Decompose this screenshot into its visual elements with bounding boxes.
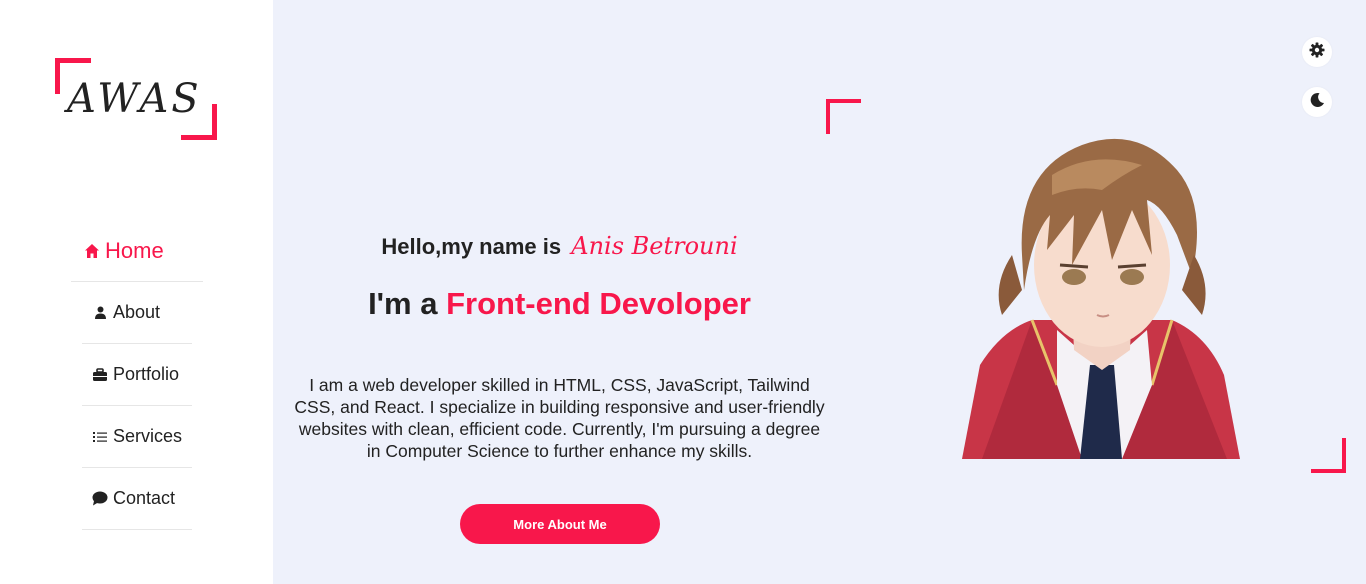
- chat-bubble-icon: [91, 490, 109, 508]
- image-frame-corner-top-left: [826, 99, 861, 134]
- more-about-me-button[interactable]: More About Me: [460, 504, 660, 544]
- nav-item-contact[interactable]: Contact: [82, 468, 192, 530]
- author-name: Anis Betrouni: [571, 232, 738, 260]
- list-icon: [91, 428, 109, 446]
- nav-label-about: About: [113, 302, 161, 322]
- greeting: Hello,my name is Anis Betrouni: [273, 232, 846, 260]
- moon-icon: [1309, 92, 1325, 113]
- theme-toggle-button[interactable]: [1302, 87, 1332, 117]
- image-frame-corner-bottom-right: [1311, 438, 1346, 473]
- nav-label-home: Home: [105, 237, 164, 263]
- briefcase-icon: [91, 366, 109, 384]
- greeting-text: Hello,my name is: [381, 234, 562, 259]
- nav-label-services: Services: [113, 426, 183, 446]
- main-content: Hello,my name is Anis Betrouni I'm a Fro…: [273, 0, 1366, 584]
- nav-label-portfolio: Portfolio: [113, 364, 180, 384]
- role-prefix: I'm a: [368, 286, 438, 321]
- home-icon: [83, 242, 101, 260]
- nav-label-contact: Contact: [113, 488, 176, 508]
- nav-item-portfolio[interactable]: Portfolio: [82, 344, 192, 406]
- role-highlight: Front-end Devoloper: [446, 286, 751, 321]
- nav-item-about[interactable]: About: [82, 282, 192, 344]
- logo[interactable]: AWAS: [55, 58, 217, 140]
- main-nav: Home About Portfolio Services Contact: [71, 220, 203, 530]
- profile-illustration: [962, 115, 1240, 459]
- sidebar: AWAS Home About Portfolio Services Conta…: [0, 0, 273, 584]
- logo-text: AWAS: [67, 76, 202, 122]
- intro-description: I am a web developer skilled in HTML, CS…: [294, 375, 825, 461]
- user-icon: [91, 304, 109, 322]
- nav-item-services[interactable]: Services: [82, 406, 192, 468]
- nav-item-home[interactable]: Home: [71, 220, 203, 282]
- role-heading: I'm a Front-end Devoloper: [273, 286, 846, 322]
- gear-icon: [1309, 42, 1325, 63]
- settings-button[interactable]: [1302, 37, 1332, 67]
